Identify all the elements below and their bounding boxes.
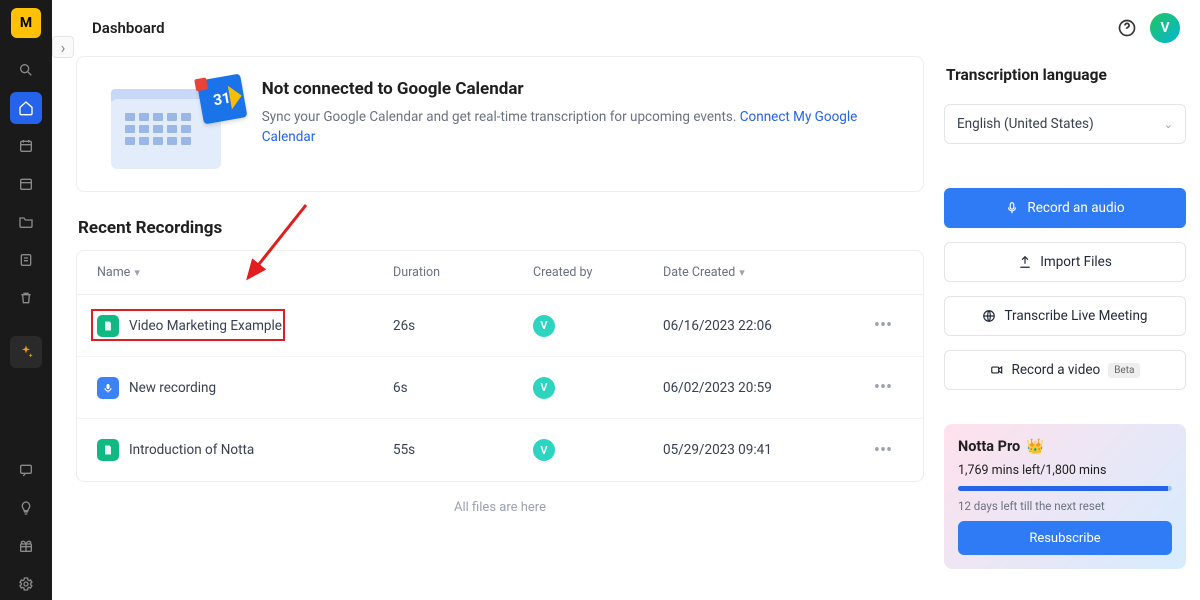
gift-icon[interactable]	[10, 530, 42, 562]
record-video-button[interactable]: Record a video Beta	[944, 350, 1186, 390]
google-calendar-icon: 31	[196, 74, 247, 125]
banner-desc: Sync your Google Calendar and get real-t…	[262, 107, 899, 148]
table-row[interactable]: Video Marketing Example 26s V 06/16/2023…	[77, 295, 923, 357]
gear-icon[interactable]	[10, 568, 42, 600]
folder-icon[interactable]	[10, 206, 42, 238]
more-icon[interactable]: •••	[863, 315, 903, 336]
record-audio-button[interactable]: Record an audio	[944, 188, 1186, 228]
recording-name: Introduction of Notta	[129, 442, 254, 458]
help-icon[interactable]	[1116, 17, 1138, 39]
creator-badge: V	[533, 377, 555, 399]
avatar[interactable]: V	[1150, 13, 1180, 43]
more-icon[interactable]: •••	[863, 377, 903, 398]
recording-date: 06/02/2023 20:59	[663, 380, 863, 396]
chevron-down-icon: ⌄	[1164, 118, 1173, 131]
notes-icon[interactable]	[10, 244, 42, 276]
creator-badge: V	[533, 439, 555, 461]
calendar-illustration: 31	[101, 79, 238, 169]
recording-duration: 26s	[393, 318, 533, 334]
pro-card: Notta Pro 👑 1,769 mins left/1,800 mins 12…	[944, 424, 1186, 569]
language-value: English (United States)	[957, 116, 1094, 132]
creator-badge: V	[533, 315, 555, 337]
collapse-sidebar-button[interactable]: ›	[52, 36, 74, 58]
brand-logo: M	[11, 8, 41, 38]
chevron-down-icon: ▾	[739, 266, 745, 279]
trash-icon[interactable]	[10, 282, 42, 314]
sparkle-icon[interactable]	[10, 336, 42, 368]
calendar-banner: 31 Not connected to Google Calendar Sync…	[76, 56, 924, 192]
recent-recordings-title: Recent Recordings	[76, 218, 924, 238]
table-footer: All files are here	[76, 482, 924, 533]
chevron-down-icon: ▾	[134, 266, 140, 279]
more-icon[interactable]: •••	[863, 440, 903, 461]
right-panel: Transcription language English (United S…	[944, 56, 1186, 600]
topbar: Dashboard V	[76, 0, 1200, 56]
recording-name: New recording	[129, 380, 216, 396]
mic-icon	[1005, 201, 1019, 215]
beta-badge: Beta	[1108, 363, 1140, 378]
annotation-highlight	[91, 309, 285, 341]
pro-days: 12 days left till the next reset	[958, 499, 1172, 513]
crown-icon: 👑	[1026, 438, 1044, 455]
recording-duration: 55s	[393, 442, 533, 458]
page-title: Dashboard	[92, 19, 165, 37]
home-icon[interactable]	[10, 92, 42, 124]
search-icon[interactable]	[10, 54, 42, 86]
lightbulb-icon[interactable]	[10, 492, 42, 524]
calendar-icon[interactable]	[10, 168, 42, 200]
transcribe-live-button[interactable]: Transcribe Live Meeting	[944, 296, 1186, 336]
pro-mins: 1,769 mins left/1,800 mins	[958, 463, 1172, 478]
table-row[interactable]: Introduction of Notta 55s V 05/29/2023 0…	[77, 419, 923, 481]
banner-title: Not connected to Google Calendar	[262, 79, 899, 99]
sidebar: M	[0, 0, 52, 600]
chevron-right-icon: ›	[61, 38, 66, 57]
table-row[interactable]: New recording 6s V 06/02/2023 20:59 •••	[77, 357, 923, 419]
recording-date: 06/16/2023 22:06	[663, 318, 863, 334]
schedule-icon[interactable]	[10, 130, 42, 162]
recording-duration: 6s	[393, 380, 533, 396]
lang-title: Transcription language	[946, 66, 1186, 84]
col-date[interactable]: Date Created▾	[663, 265, 863, 280]
file-mic-icon	[97, 377, 119, 399]
resubscribe-button[interactable]: Resubscribe	[958, 521, 1172, 555]
col-duration: Duration	[393, 265, 533, 280]
import-files-button[interactable]: Import Files	[944, 242, 1186, 282]
main: Dashboard V 31 Not connected to Google C…	[52, 0, 1200, 600]
usage-bar	[958, 486, 1172, 491]
language-select[interactable]: English (United States) ⌄	[944, 104, 1186, 144]
recordings-table: Name▾ Duration Created by Date Created▾ …	[76, 250, 924, 482]
video-icon	[990, 363, 1004, 377]
recording-date: 05/29/2023 09:41	[663, 442, 863, 458]
pro-title: Notta Pro	[958, 438, 1020, 455]
col-created-by: Created by	[533, 265, 663, 280]
upload-icon	[1018, 255, 1032, 269]
chat-icon[interactable]	[10, 454, 42, 486]
annotation-arrow	[236, 200, 306, 270]
globe-icon	[982, 309, 996, 323]
file-audio-icon	[97, 439, 119, 461]
